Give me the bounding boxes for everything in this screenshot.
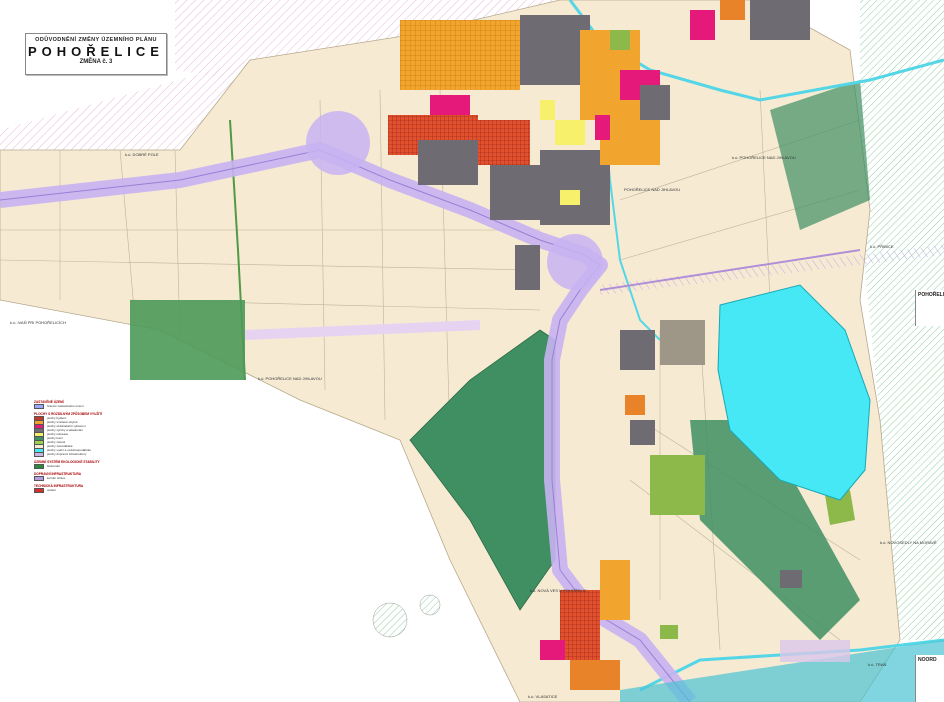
label-pohorelice-east: k.ú. POHOŘELICE NAD JIHLAVOU xyxy=(732,155,796,160)
label-dobre: k.ú. DOBRÉ POLE xyxy=(125,152,159,157)
green-field xyxy=(650,455,705,515)
title-change: ZMĚNA č. 3 xyxy=(79,59,113,65)
legend-row: biokoridor xyxy=(34,463,174,469)
label-tran: k.ú. TRAŇ xyxy=(868,662,887,667)
label-nova-ves: k.ú. NOVÁ VES U POHOŘELIC xyxy=(530,588,587,593)
legend-label: koridor silnice xyxy=(47,476,66,480)
map-canvas[interactable]: ODŮVODNĚNÍ ZMĚNY ÚZEMNÍHO PLÁNU POHOŘELI… xyxy=(0,0,944,702)
legend-swatch xyxy=(34,451,44,457)
legend-row: plochy dopravní infrastruktury xyxy=(34,451,174,457)
side-panel-title: POHOŘELICE xyxy=(918,292,944,298)
label-pohorelice-jihlava: k.ú. POHOŘELICE NAD JIHLAVOU xyxy=(258,376,322,381)
label-pohorelice-nad: POHOŘELICE NAD JIHLAVOU xyxy=(624,187,681,192)
side-panel-bottom-title: NOORD xyxy=(918,657,937,663)
label-novosedly: k.ú. NOVOSEDLY NA MORAVĚ xyxy=(880,540,937,545)
map-legend: ZASTAVĚNÉ ÚZEMÍ hranice zastavěného území… xyxy=(34,396,174,493)
label-vlasatice: k.ú. VLASATICE xyxy=(528,694,558,699)
legend-row: koridor silnice xyxy=(34,475,174,481)
legend-swatch xyxy=(34,475,44,481)
label-pribice: k.ú. PŘIBICE xyxy=(870,244,894,249)
label-ivan: k.ú. IVAŇ PRI POHOŘELICÍCH xyxy=(10,320,66,325)
title-line1: ODŮVODNĚNÍ ZMĚNY ÚZEMNÍHO PLÁNU xyxy=(35,37,157,43)
legend-row: vedení xyxy=(34,487,174,493)
legend-label: vedení xyxy=(47,488,57,492)
mound-right xyxy=(419,594,441,616)
roundabout-center xyxy=(547,234,603,290)
forest-west-patch xyxy=(130,300,245,380)
side-panel-top: POHOŘELICE xyxy=(915,290,944,326)
legend-swatch xyxy=(34,403,44,409)
title-main: POHOŘELICE xyxy=(28,44,164,59)
side-panel-bottom: NOORD xyxy=(915,655,944,702)
legend-label: biokoridor xyxy=(47,464,61,468)
legend-swatch xyxy=(34,463,44,469)
legend-label: plochy dopravní infrastruktury xyxy=(47,452,87,456)
map-svg[interactable] xyxy=(0,0,944,702)
south-purple-block xyxy=(780,640,850,662)
legend-swatch xyxy=(34,487,44,493)
legend-row: hranice zastavěného území xyxy=(34,403,174,409)
legend-label: hranice zastavěného území xyxy=(47,404,84,408)
roundabout-north xyxy=(306,111,370,175)
mound-left xyxy=(372,602,408,638)
map-title-box: ODŮVODNĚNÍ ZMĚNY ÚZEMNÍHO PLÁNU POHOŘELI… xyxy=(25,33,167,75)
